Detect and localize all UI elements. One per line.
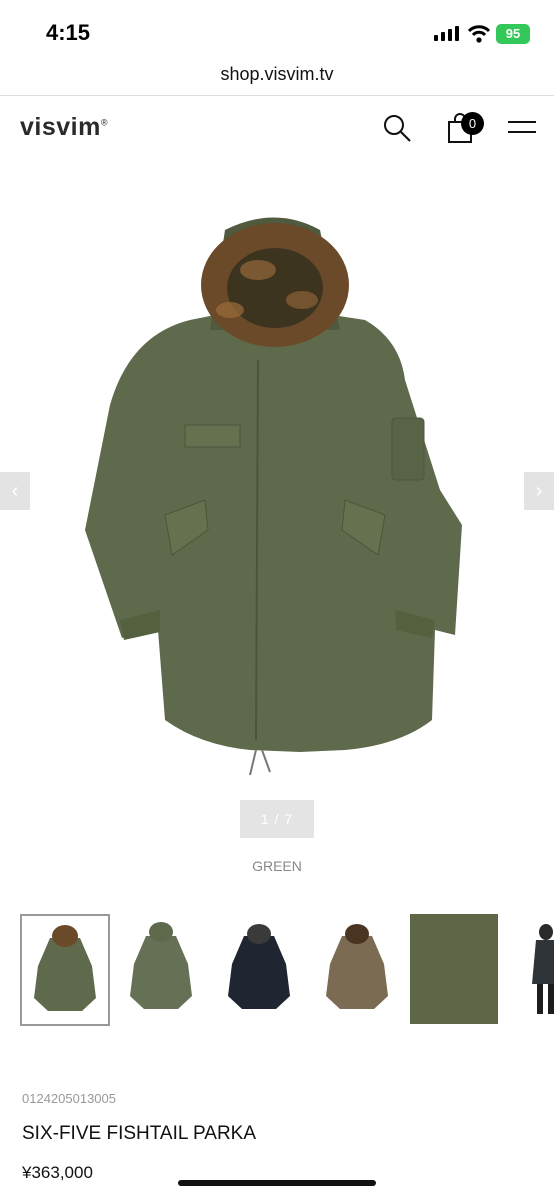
- divider: [0, 95, 554, 96]
- wifi-icon: [467, 25, 491, 43]
- clock: 4:15: [46, 20, 91, 45]
- image-pager: 1 / 7: [240, 800, 314, 838]
- search-icon[interactable]: [382, 113, 412, 143]
- product-title: SIX-FIVE FISHTAIL PARKA: [22, 1123, 257, 1144]
- thumbnail-3[interactable]: [216, 914, 306, 1026]
- product-image: [85, 217, 462, 776]
- thumbnail-5[interactable]: [410, 914, 500, 1026]
- address-bar[interactable]: shop.visvim.tv: [0, 64, 554, 94]
- product-price: ¥363,000: [22, 1163, 93, 1182]
- next-image-button[interactable]: ›: [524, 472, 554, 510]
- cart-count-badge: 0: [461, 112, 484, 135]
- prev-image-button[interactable]: ‹: [0, 472, 30, 510]
- battery-icon: 95: [496, 24, 530, 44]
- home-indicator[interactable]: [178, 1180, 376, 1186]
- status-bar: 4:15 95: [0, 0, 554, 64]
- thumbnail-2[interactable]: [118, 914, 208, 1026]
- signal-icon: [434, 26, 459, 41]
- product-code: 0124205013005: [22, 1091, 116, 1106]
- hamburger-menu-icon[interactable]: [508, 120, 536, 136]
- thumbnail-1[interactable]: [20, 914, 110, 1026]
- thumbnail-strip: [20, 914, 554, 1028]
- color-label: GREEN: [252, 858, 302, 874]
- thumbnail-4[interactable]: [314, 914, 404, 1026]
- thumbnail-6[interactable]: [506, 914, 554, 1026]
- site-logo[interactable]: visvim®: [20, 113, 108, 142]
